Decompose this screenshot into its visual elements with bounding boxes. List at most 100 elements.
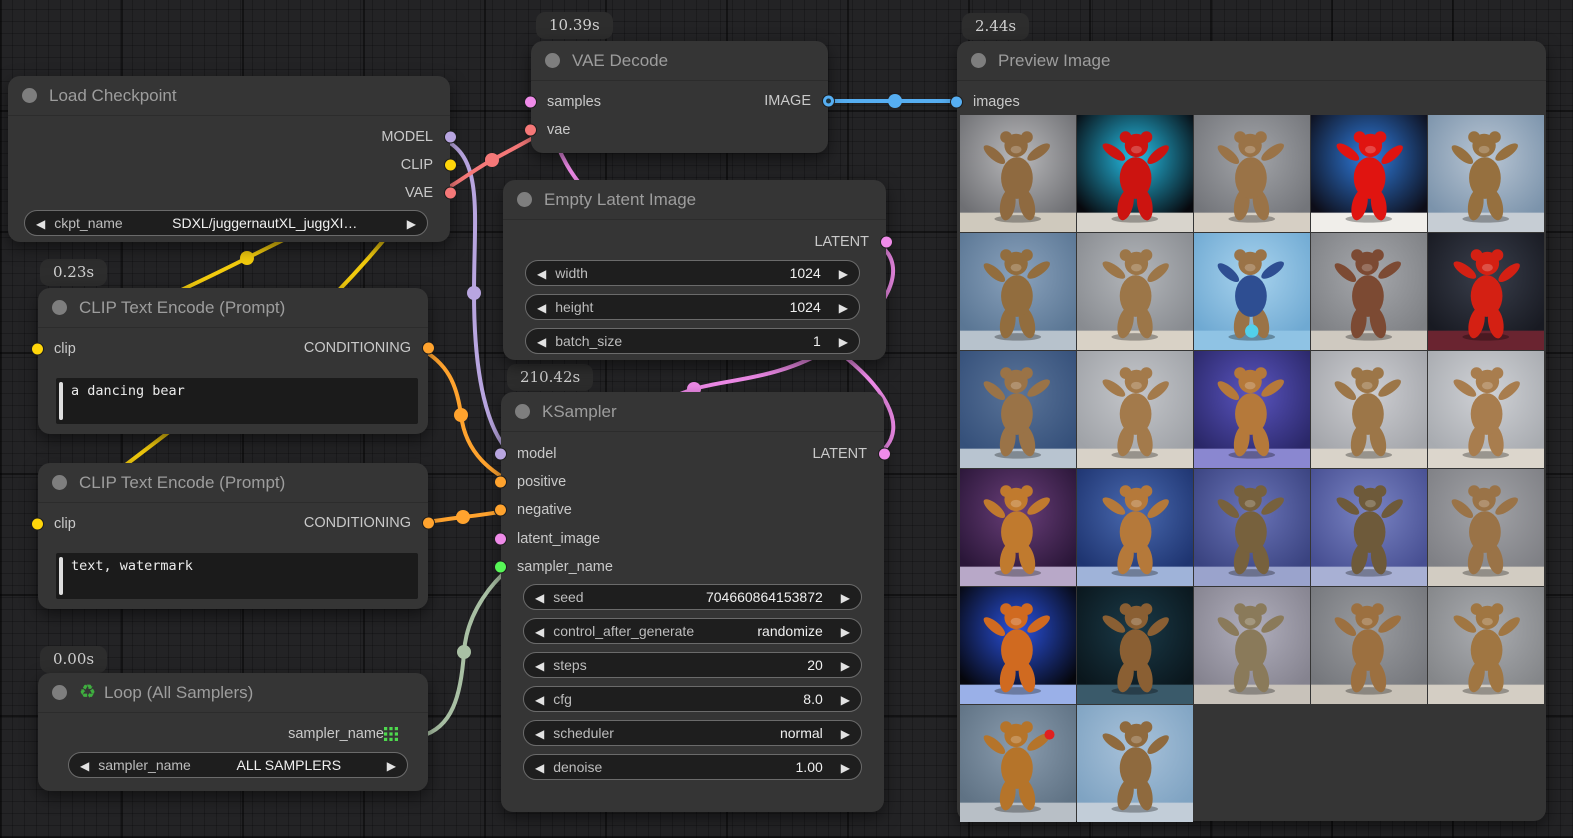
model-output-slot[interactable] xyxy=(444,131,457,144)
preview-image-4 xyxy=(1311,115,1427,232)
node-loop-all-samplers[interactable]: ♻ Loop (All Samplers) sampler_name sampl… xyxy=(38,673,428,791)
image-output-slot[interactable] xyxy=(822,95,835,108)
positive-input-slot[interactable] xyxy=(494,476,507,489)
decrement-arrow-icon[interactable] xyxy=(537,299,546,315)
scheduler-widget[interactable]: scheduler normal xyxy=(523,720,862,746)
increment-arrow-icon[interactable] xyxy=(387,757,396,773)
node-title: VAE Decode xyxy=(572,51,668,71)
latent-output-slot[interactable] xyxy=(878,448,891,461)
node-title: Preview Image xyxy=(998,51,1110,71)
increment-arrow-icon[interactable] xyxy=(841,725,850,741)
preview-image-21 xyxy=(960,587,1076,704)
increment-arrow-icon[interactable] xyxy=(839,265,848,281)
increment-arrow-icon[interactable] xyxy=(839,333,848,349)
increment-arrow-icon[interactable] xyxy=(841,589,850,605)
input-row-images: images xyxy=(957,88,1546,116)
input-row-sampler-name: sampler_name xyxy=(501,553,884,581)
latent-output-slot[interactable] xyxy=(880,236,893,249)
preview-image-23 xyxy=(1194,587,1310,704)
node-clip-text-encode-positive[interactable]: CLIP Text Encode (Prompt) clip CONDITION… xyxy=(38,288,428,434)
node-clip-text-encode-negative[interactable]: CLIP Text Encode (Prompt) clip CONDITION… xyxy=(38,463,428,609)
decrement-arrow-icon[interactable] xyxy=(36,215,45,231)
preview-image-25 xyxy=(1428,587,1544,704)
collapse-dot[interactable] xyxy=(971,53,986,68)
conditioning-output-slot[interactable] xyxy=(422,342,435,355)
decrement-arrow-icon[interactable] xyxy=(535,589,544,605)
node-header[interactable]: Preview Image xyxy=(957,41,1546,81)
preview-image-6 xyxy=(960,233,1076,350)
wire-reroute-dot xyxy=(485,153,499,167)
collapse-dot[interactable] xyxy=(52,685,67,700)
widget-label: denoise xyxy=(553,759,602,775)
increment-arrow-icon[interactable] xyxy=(407,215,416,231)
widget-value: 20 xyxy=(807,657,823,673)
sampler-name-input-slot[interactable] xyxy=(494,561,507,574)
decrement-arrow-icon[interactable] xyxy=(537,265,546,281)
graph-canvas[interactable]: 10.39s 2.44s 0.23s 210.42s 0.00s Load Ch… xyxy=(0,0,1573,838)
widget-value: 1 xyxy=(813,333,821,349)
decrement-arrow-icon[interactable] xyxy=(535,759,544,775)
increment-arrow-icon[interactable] xyxy=(841,657,850,673)
control-after-generate-widget[interactable]: control_after_generate randomize xyxy=(523,618,862,644)
height-widget[interactable]: height 1024 xyxy=(525,294,860,320)
prompt-textarea[interactable]: a dancing bear xyxy=(56,378,418,424)
decrement-arrow-icon[interactable] xyxy=(535,657,544,673)
increment-arrow-icon[interactable] xyxy=(839,299,848,315)
collapse-dot[interactable] xyxy=(22,88,37,103)
multi-output-grid-icon[interactable] xyxy=(384,727,398,741)
preview-image-16 xyxy=(960,469,1076,586)
sampler-name-widget[interactable]: sampler_name ALL SAMPLERS xyxy=(68,752,408,778)
dancing-bear-illustration xyxy=(1444,476,1528,581)
node-header[interactable]: Empty Latent Image xyxy=(503,180,886,220)
conditioning-output-slot[interactable] xyxy=(422,517,435,530)
output-row-latent: LATENT xyxy=(501,440,884,468)
widget-label: steps xyxy=(553,657,586,673)
node-header[interactable]: CLIP Text Encode (Prompt) xyxy=(38,463,428,503)
negative-input-slot[interactable] xyxy=(494,504,507,517)
width-widget[interactable]: width 1024 xyxy=(525,260,860,286)
decrement-arrow-icon[interactable] xyxy=(537,333,546,349)
increment-arrow-icon[interactable] xyxy=(841,691,850,707)
vae-output-slot[interactable] xyxy=(444,187,457,200)
collapse-dot[interactable] xyxy=(515,404,530,419)
decrement-arrow-icon[interactable] xyxy=(535,725,544,741)
node-header[interactable]: ♻ Loop (All Samplers) xyxy=(38,673,428,713)
node-load-checkpoint[interactable]: Load Checkpoint MODEL CLIP VAE ckpt_name… xyxy=(8,76,450,242)
node-header[interactable]: KSampler xyxy=(501,392,884,432)
ckpt-name-widget[interactable]: ckpt_name SDXL/juggernautXL_juggXI… xyxy=(24,210,428,236)
node-preview-image[interactable]: Preview Image images xyxy=(957,41,1546,821)
batch-size-widget[interactable]: batch_size 1 xyxy=(525,328,860,354)
cfg-widget[interactable]: cfg 8.0 xyxy=(523,686,862,712)
node-header[interactable]: Load Checkpoint xyxy=(8,76,450,116)
increment-arrow-icon[interactable] xyxy=(841,623,850,639)
node-vae-decode[interactable]: VAE Decode samples vae IMAGE xyxy=(531,41,828,153)
node-header[interactable]: CLIP Text Encode (Prompt) xyxy=(38,288,428,328)
denoise-widget[interactable]: denoise 1.00 xyxy=(523,754,862,780)
slot-label: images xyxy=(973,94,1020,110)
prompt-textarea[interactable]: text, watermark xyxy=(56,553,418,599)
decrement-arrow-icon[interactable] xyxy=(535,623,544,639)
vae-input-slot[interactable] xyxy=(524,124,537,137)
node-empty-latent-image[interactable]: Empty Latent Image LATENT width 1024 hei… xyxy=(503,180,886,360)
latent-image-input-slot[interactable] xyxy=(494,533,507,546)
collapse-dot[interactable] xyxy=(517,192,532,207)
decrement-arrow-icon[interactable] xyxy=(80,757,89,773)
images-input-slot[interactable] xyxy=(950,96,963,109)
node-title: CLIP Text Encode (Prompt) xyxy=(79,298,285,318)
output-row-model: MODEL xyxy=(8,123,450,151)
wire-reroute-dot xyxy=(456,510,470,524)
collapse-dot[interactable] xyxy=(52,475,67,490)
seed-widget[interactable]: seed 704660864153872 xyxy=(523,584,862,610)
decrement-arrow-icon[interactable] xyxy=(535,691,544,707)
increment-arrow-icon[interactable] xyxy=(841,759,850,775)
steps-widget[interactable]: steps 20 xyxy=(523,652,862,678)
slot-label: LATENT xyxy=(812,446,867,462)
preview-image-9 xyxy=(1311,233,1427,350)
node-ksampler[interactable]: KSampler model positive negative latent_… xyxy=(501,392,884,812)
collapse-dot[interactable] xyxy=(52,300,67,315)
node-header[interactable]: VAE Decode xyxy=(531,41,828,81)
collapse-dot[interactable] xyxy=(545,53,560,68)
widget-label: scheduler xyxy=(553,725,614,741)
clip-output-slot[interactable] xyxy=(444,159,457,172)
preview-image-18 xyxy=(1194,469,1310,586)
